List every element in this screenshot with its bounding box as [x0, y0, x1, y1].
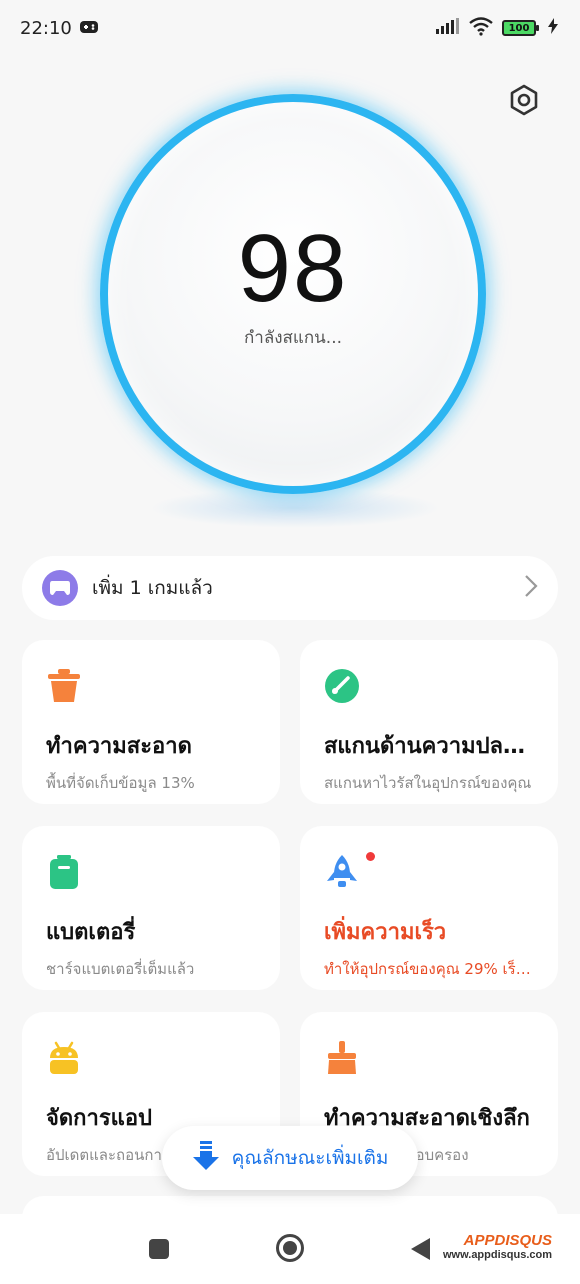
download-arrow-icon	[192, 1141, 220, 1175]
wifi-icon	[468, 16, 494, 40]
card-speed-boost[interactable]: เพิ่มความเร็ว ทำให้อุปกรณ์ของคุณ 29% เร็…	[300, 826, 558, 990]
card-security-scan[interactable]: สแกนด้านความปลอดภัย สแกนหาไวรัสในอุปกรณ์…	[300, 640, 558, 804]
card-subtitle: ทำให้อุปกรณ์ของคุณ 29% เร็วขึ้น	[324, 960, 536, 978]
game-controller-icon	[42, 570, 78, 606]
card-title: แบตเตอรี่	[46, 920, 136, 945]
more-features-button[interactable]: คุณลักษณะเพิ่มเติม	[162, 1126, 418, 1190]
score-circle[interactable]: 98 กำลังสแกน...	[100, 94, 486, 494]
score-status: กำลังสแกน...	[243, 328, 342, 348]
card-title: สแกนด้านความปลอดภัย	[324, 734, 536, 759]
back-icon[interactable]	[408, 1236, 432, 1266]
card-title: ทำความสะอาด	[46, 734, 192, 759]
battery-icon: 100	[502, 20, 539, 36]
card-subtitle: สแกนหาไวรัสในอุปกรณ์ของคุณ	[324, 774, 532, 792]
card-subtitle: พื้นที่จัดเก็บข้อมูล 13%	[46, 774, 195, 792]
broom-icon	[324, 1040, 360, 1076]
score-shadow	[150, 488, 440, 528]
notification-dot	[366, 852, 375, 861]
signal-icon	[436, 18, 460, 38]
watermark: APPDISQUS www.appdisqus.com	[443, 1232, 552, 1261]
home-icon[interactable]	[275, 1233, 305, 1267]
recents-icon[interactable]	[148, 1238, 170, 1264]
battery-card-icon	[46, 854, 82, 890]
watermark-url: www.appdisqus.com	[443, 1249, 552, 1261]
settings-button[interactable]	[506, 84, 542, 120]
game-banner-text: เพิ่ม 1 เกมแล้ว	[92, 577, 213, 599]
security-scan-icon	[324, 668, 360, 704]
card-subtitle: ชาร์จแบตเตอรี่เต็มแล้ว	[46, 960, 195, 978]
score-value: 98	[237, 215, 349, 322]
rocket-icon	[324, 852, 375, 890]
card-title: เพิ่มความเร็ว	[324, 920, 447, 945]
charging-icon	[548, 18, 558, 38]
watermark-title: APPDISQUS	[463, 1232, 552, 1249]
gamepad-icon	[79, 18, 98, 39]
status-bar: 22:10 100	[0, 0, 580, 56]
card-battery[interactable]: แบตเตอรี่ ชาร์จแบตเตอรี่เต็มแล้ว	[22, 826, 280, 990]
status-time: 22:10	[20, 17, 72, 39]
game-banner[interactable]: เพิ่ม 1 เกมแล้ว	[22, 556, 558, 620]
trash-icon	[46, 668, 82, 704]
android-icon	[46, 1040, 82, 1076]
more-features-label: คุณลักษณะเพิ่มเติม	[231, 1147, 389, 1169]
card-cleaner[interactable]: ทำความสะอาด พื้นที่จัดเก็บข้อมูล 13%	[22, 640, 280, 804]
chevron-right-icon	[524, 574, 538, 602]
settings-hex-icon	[508, 84, 540, 120]
